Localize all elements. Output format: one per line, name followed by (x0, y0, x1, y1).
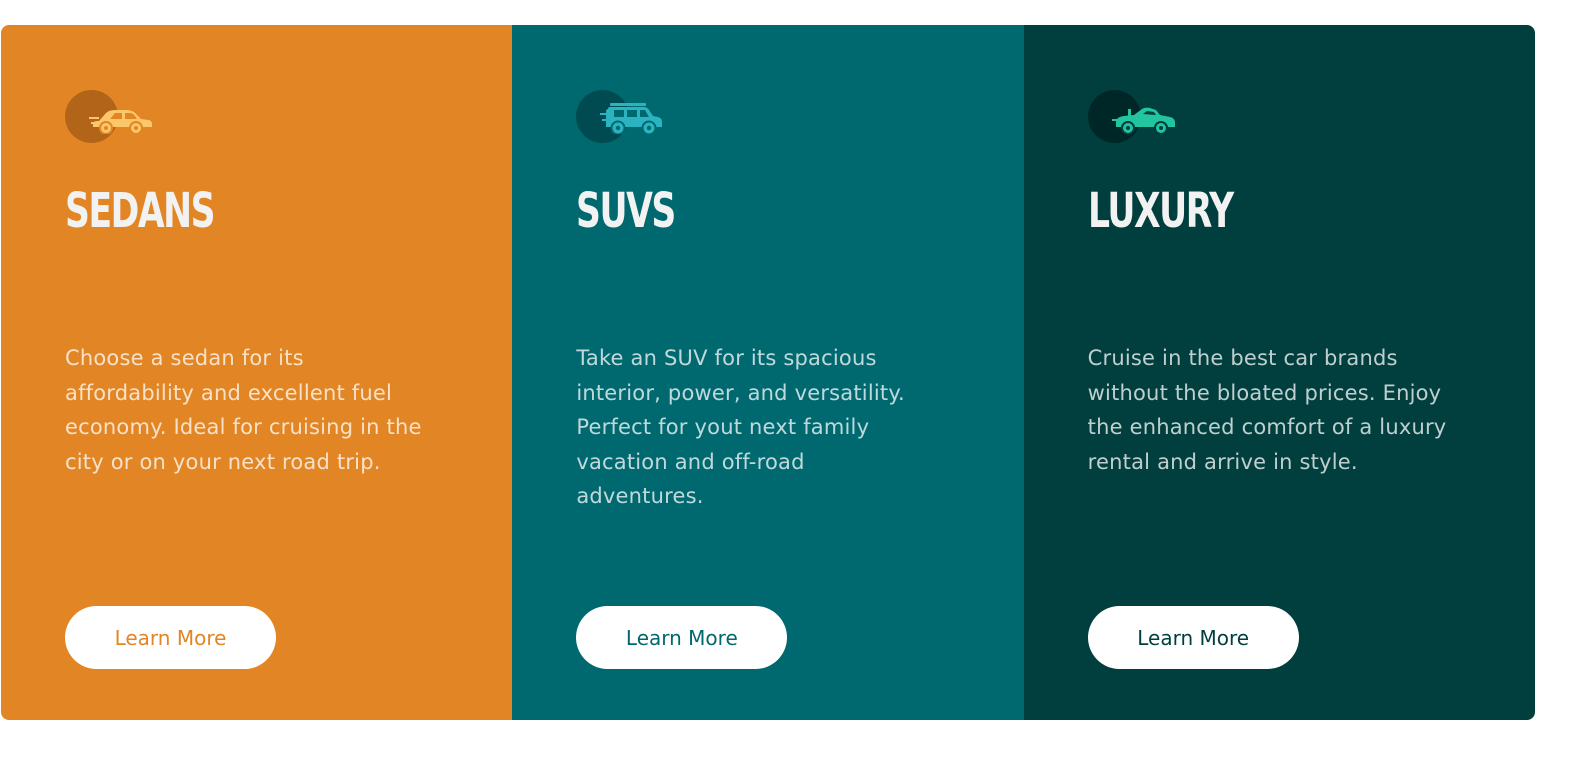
suv-icon-container (576, 90, 666, 144)
card-title: LUXURY (1087, 183, 1234, 239)
card-title: SEDANS (65, 183, 216, 239)
card-suvs: SUVS Take an SUV for its spacious interi… (512, 25, 1024, 720)
sedan-car-icon (89, 110, 152, 134)
card-sedans: SEDANS Choose a sedan for its affordabil… (1, 25, 513, 720)
card-luxury: LUXURY Cruise in the best car brands wit… (1023, 25, 1535, 720)
learn-more-button-suvs[interactable]: Learn More (576, 606, 788, 669)
luxury-icon-container (1087, 90, 1178, 144)
card-description: Cruise in the best car brands without th… (1087, 346, 1447, 474)
card-description: Take an SUV for its spacious interior, p… (576, 346, 905, 508)
card-title: SUVS (576, 183, 676, 239)
suv-car-icon (600, 103, 663, 134)
card-description: Choose a sedan for its affordability and… (65, 346, 422, 474)
learn-more-button-sedans[interactable]: Learn More (65, 606, 276, 669)
sedan-icon-container (65, 90, 155, 144)
luxury-car-icon (1111, 107, 1175, 134)
learn-more-button-luxury[interactable]: Learn More (1087, 606, 1299, 669)
car-category-cards: SEDANS Choose a sedan for its affordabil… (1, 25, 1535, 720)
